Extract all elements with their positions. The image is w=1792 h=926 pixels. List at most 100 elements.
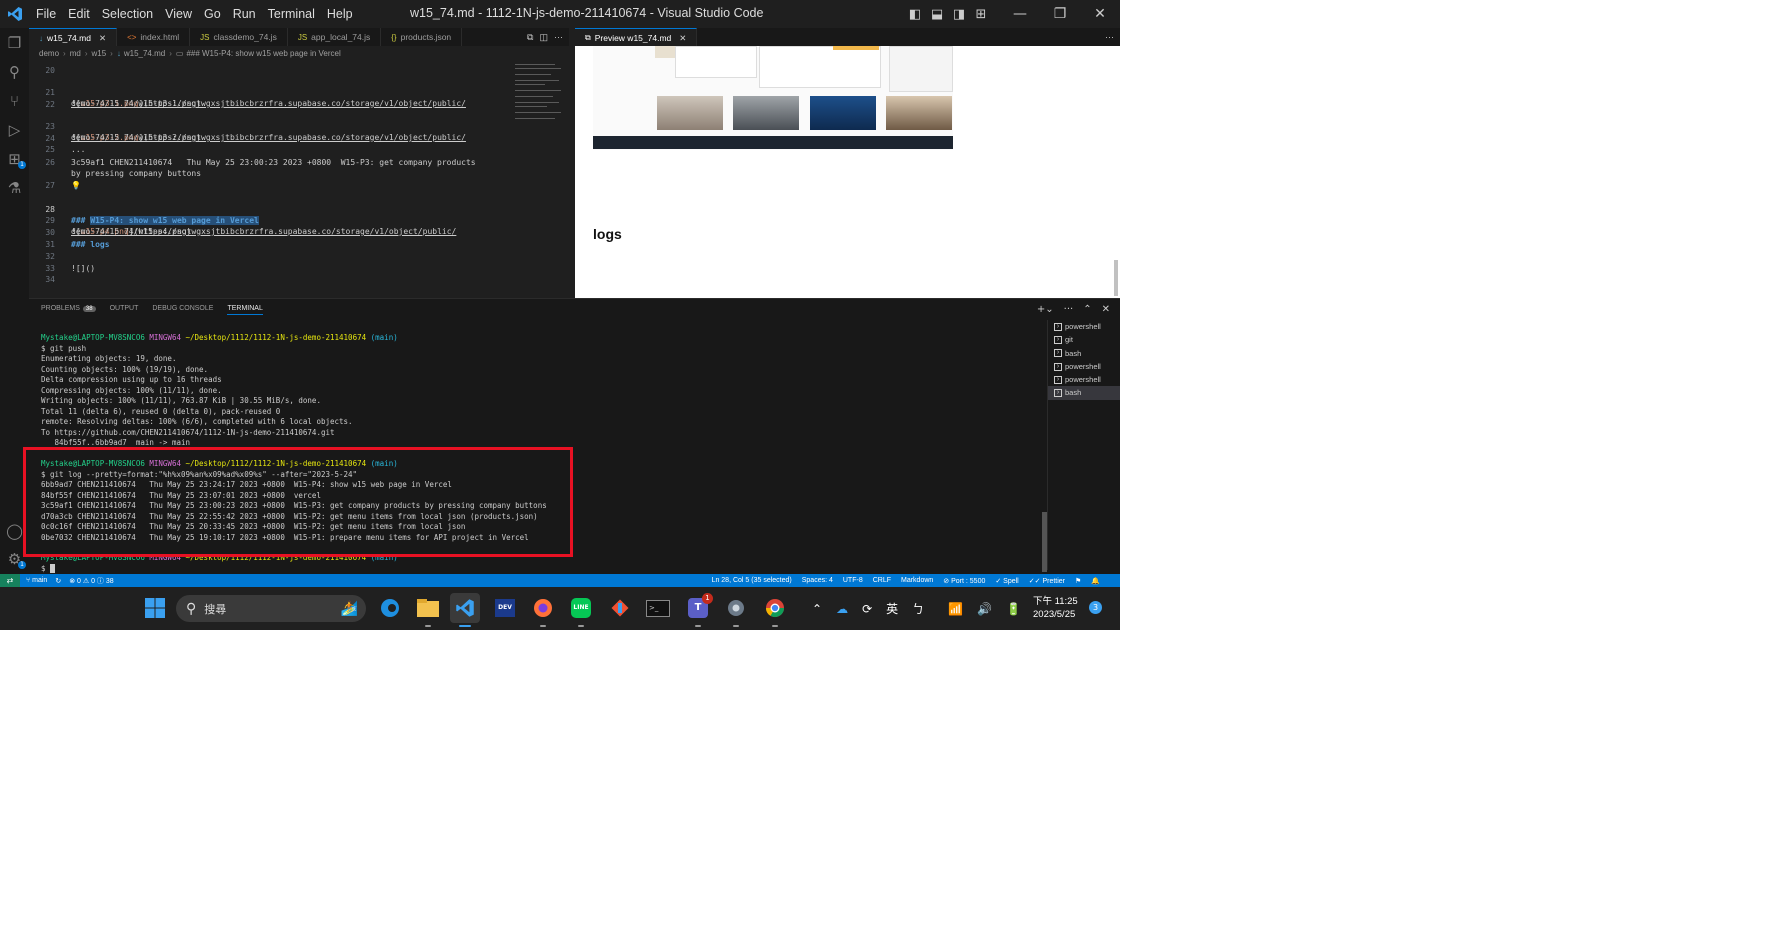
open-preview-icon[interactable]: ⧉ [527, 32, 533, 43]
lightbulb-icon[interactable]: 💡 [71, 180, 81, 191]
breadcrumb-item[interactable]: w15 [91, 49, 106, 58]
notifications-bell-icon[interactable]: 🔔 [1091, 577, 1100, 585]
code-editor[interactable]: 20 21 ![w15-p3-1.png](https://sgtwgxsjtb… [29, 60, 569, 298]
line-app-icon[interactable]: LINE [566, 593, 596, 627]
spell-check[interactable]: ✓ Spell [995, 577, 1018, 585]
taskbar-clock[interactable]: 下午 11:25 2023/5/25 [1033, 595, 1078, 621]
more-actions-icon[interactable]: ··· [1105, 32, 1114, 42]
customize-layout-icon[interactable]: ⊞ [970, 0, 992, 28]
breadcrumb-item[interactable]: w15_74.md [124, 49, 165, 58]
chrome-icon[interactable] [760, 593, 790, 627]
sync-icon[interactable]: ↻ [55, 577, 61, 585]
live-server-port[interactable]: ⊘ Port : 5500 [943, 577, 985, 585]
end-of-line[interactable]: CRLF [873, 577, 891, 584]
dev-cpp-icon[interactable]: DEV [490, 593, 520, 623]
breadcrumb-item[interactable]: ### W15-P4: show w15 web page in Vercel [186, 49, 340, 58]
menu-run[interactable]: Run [227, 7, 262, 21]
remote-indicator-icon[interactable]: ⇄ [0, 574, 20, 587]
terminal-line: $ git push [41, 343, 87, 353]
sync-status-icon[interactable]: ⟳ [862, 602, 872, 616]
search-highlight-icon: 🏄 [340, 600, 358, 617]
battery-icon[interactable]: 🔋 [1006, 602, 1021, 616]
code-line: 30 [45, 228, 55, 237]
toggle-primary-sidebar-icon[interactable]: ◧ [904, 0, 926, 28]
menu-terminal[interactable]: Terminal [262, 7, 321, 21]
tab-terminal[interactable]: TERMINAL [227, 305, 263, 315]
cursor-position[interactable]: Ln 28, Col 5 (35 selected) [712, 577, 792, 584]
terminal-item-git[interactable]: › git [1048, 333, 1120, 346]
indentation[interactable]: Spaces: 4 [802, 577, 833, 584]
notification-count-badge[interactable]: 3 [1089, 601, 1102, 614]
tab-index-html[interactable]: <> index.html [117, 28, 191, 46]
close-window-button[interactable]: ✕ [1080, 0, 1120, 28]
maximize-panel-icon[interactable]: ⌃ [1083, 304, 1091, 315]
vscode-taskbar-icon[interactable] [450, 593, 480, 627]
extensions-icon[interactable]: ⊞ 1 [0, 144, 29, 173]
tab-products-json[interactable]: {} products.json [381, 28, 463, 46]
tab-classdemo-74-js[interactable]: JS classdemo_74.js [190, 28, 288, 46]
run-debug-icon[interactable]: ▷ [0, 115, 29, 144]
teams-icon[interactable]: T1 [683, 593, 713, 627]
menu-help[interactable]: Help [321, 7, 359, 21]
tab-debug-console[interactable]: DEBUG CONSOLE [152, 305, 213, 315]
menu-view[interactable]: View [159, 7, 198, 21]
toggle-secondary-sidebar-icon[interactable]: ◨ [948, 0, 970, 28]
taskbar-search-box[interactable]: ⚲ 搜尋 🏄 [176, 595, 366, 622]
preview-scrollbar[interactable] [1114, 260, 1118, 296]
git-gui-icon[interactable] [605, 593, 635, 623]
minimize-button[interactable]: — [1000, 0, 1040, 28]
close-tab-icon[interactable]: ✕ [99, 33, 106, 44]
terminal-item-powershell[interactable]: › powershell [1048, 373, 1120, 386]
tab-w15-74-md[interactable]: ↓ w15_74.md ✕ [29, 28, 118, 47]
tab-app-local-74-js[interactable]: JS app_local_74.js [288, 28, 382, 46]
testing-icon[interactable]: ⚗ [0, 173, 29, 202]
split-editor-icon[interactable]: ◫ [539, 32, 548, 43]
ime-mode-icon[interactable]: ㄅ [912, 600, 924, 617]
onedrive-icon[interactable]: ☁ [836, 602, 848, 616]
search-icon[interactable]: ⚲ [0, 57, 29, 86]
tab-preview[interactable]: ⧉ Preview w15_74.md ✕ [575, 28, 698, 47]
explorer-icon[interactable]: ❐ [0, 28, 29, 57]
toggle-panel-icon[interactable]: ⬓ [926, 0, 948, 28]
breadcrumb-item[interactable]: demo [39, 49, 59, 58]
terminal-item-bash[interactable]: › bash [1048, 347, 1120, 360]
minimap[interactable] [515, 60, 569, 298]
file-explorer-icon[interactable] [413, 593, 443, 627]
more-actions-icon[interactable]: ··· [554, 32, 563, 42]
broadcast-icon[interactable]: ⚑ [1075, 577, 1081, 585]
terminal-input-line[interactable]: $ _ [41, 563, 55, 575]
terminal-item-bash[interactable]: › bash [1048, 386, 1120, 400]
preview-screenshot-taskbar [593, 136, 953, 149]
windows-start-icon[interactable] [140, 593, 170, 623]
menu-selection[interactable]: Selection [96, 7, 159, 21]
menu-go[interactable]: Go [198, 7, 227, 21]
extensions-badge: 1 [18, 161, 26, 169]
terminal-item-powershell[interactable]: › powershell [1048, 320, 1120, 333]
problems-indicator[interactable]: ⊗ 0 ⚠ 0 ⓘ 38 [69, 576, 113, 586]
edge-browser-icon[interactable] [375, 593, 405, 623]
terminal-app-icon[interactable]: >_ [643, 593, 673, 623]
close-panel-icon[interactable]: ✕ [1102, 304, 1110, 315]
volume-icon[interactable]: 🔊 [977, 602, 992, 616]
new-terminal-icon[interactable]: +⌄ [1037, 304, 1054, 315]
branch-indicator[interactable]: ⑂ main [26, 577, 47, 584]
encoding[interactable]: UTF-8 [843, 577, 863, 584]
menu-file[interactable]: File [30, 7, 62, 21]
terminal-item-powershell[interactable]: › powershell [1048, 360, 1120, 373]
language-mode[interactable]: Markdown [901, 577, 933, 584]
close-tab-icon[interactable]: ✕ [679, 33, 686, 44]
source-control-icon[interactable]: ⑂ [0, 86, 29, 115]
tab-problems[interactable]: PROBLEMS 38 [41, 305, 96, 315]
menu-edit[interactable]: Edit [62, 7, 96, 21]
tab-output[interactable]: OUTPUT [110, 305, 139, 315]
breadcrumb-item[interactable]: md [70, 49, 81, 58]
restore-button[interactable]: ❐ [1040, 0, 1080, 28]
firefox-icon[interactable] [528, 593, 558, 627]
wifi-icon[interactable]: 📶 [948, 602, 963, 616]
ime-indicator[interactable]: 英 [886, 600, 898, 617]
settings-app-icon[interactable] [721, 593, 751, 627]
prettier-status[interactable]: ✓✓ Prettier [1029, 577, 1065, 585]
code-line-wrap: by pressing company buttons [71, 169, 202, 178]
more-actions-icon[interactable]: ··· [1064, 304, 1074, 315]
show-hidden-icons-chevron-icon[interactable]: ⌃ [812, 602, 822, 616]
